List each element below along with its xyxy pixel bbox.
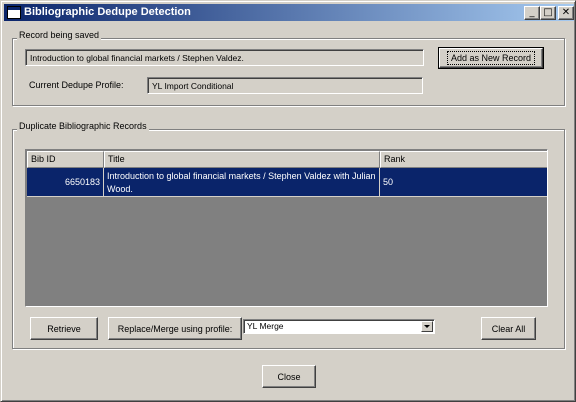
replace-merge-button[interactable]: Replace/Merge using profile: (108, 317, 242, 340)
retrieve-button[interactable]: Retrieve (30, 317, 98, 340)
add-as-new-record-label: Add as New Record (446, 51, 536, 65)
merge-profile-select[interactable]: YL Merge (243, 319, 435, 334)
close-button[interactable]: Close (262, 365, 316, 388)
clear-all-button[interactable]: Clear All (481, 317, 536, 340)
merge-profile-value: YL Merge (247, 321, 284, 331)
chevron-down-icon[interactable] (421, 321, 433, 332)
dedupe-window: Bibliographic Dedupe Detection _ □ ✕ Rec… (0, 0, 576, 402)
duplicates-group-label: Duplicate Bibliographic Records (17, 121, 149, 131)
grid-header: Bib ID Title Rank (27, 151, 547, 168)
table-row[interactable]: 6650183 Introduction to global financial… (27, 168, 547, 197)
column-header-bib-id[interactable]: Bib ID (27, 151, 104, 168)
add-as-new-record-button[interactable]: Add as New Record (438, 47, 544, 69)
cell-rank: 50 (380, 168, 547, 197)
cell-title: Introduction to global financial markets… (104, 168, 380, 197)
minimize-button[interactable]: _ (524, 6, 540, 20)
current-profile-field: YL Import Conditional (147, 77, 423, 94)
record-being-saved-field: Introduction to global financial markets… (25, 49, 424, 66)
title-bar[interactable]: Bibliographic Dedupe Detection _ □ ✕ (4, 4, 574, 21)
window-title: Bibliographic Dedupe Detection (24, 6, 191, 18)
cell-bib-id: 6650183 (27, 168, 104, 197)
column-header-rank[interactable]: Rank (380, 151, 547, 168)
current-profile-label: Current Dedupe Profile: (29, 80, 124, 90)
maximize-button[interactable]: □ (540, 6, 556, 20)
window-app-icon (7, 6, 21, 19)
column-header-title[interactable]: Title (104, 151, 380, 168)
record-group-label: Record being saved (17, 30, 102, 40)
close-window-button[interactable]: ✕ (558, 6, 574, 20)
duplicates-grid[interactable]: Bib ID Title Rank 6650183 Introduction t… (25, 149, 548, 307)
